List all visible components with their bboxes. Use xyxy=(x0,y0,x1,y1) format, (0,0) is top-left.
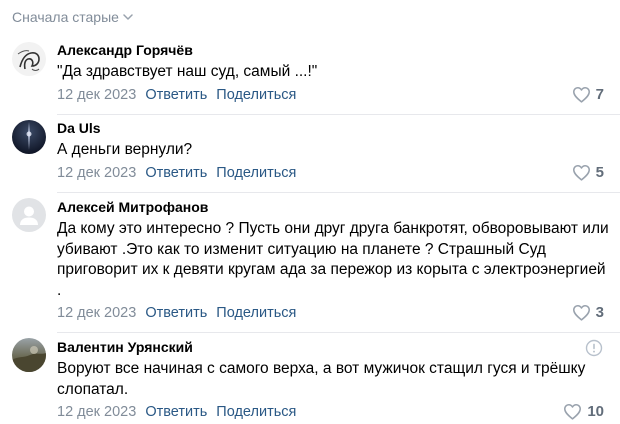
like-count: 10 xyxy=(587,403,604,420)
comment-meta: 12 дек 2023 Ответить Поделиться xyxy=(57,305,296,321)
comment-date[interactable]: 12 дек 2023 xyxy=(57,87,136,103)
comment-date[interactable]: 12 дек 2023 xyxy=(57,305,136,321)
comment-divider xyxy=(57,192,620,193)
share-button[interactable]: Поделиться xyxy=(216,87,296,103)
comment-text: Воруют все начиная с самого верха, а вот… xyxy=(57,360,586,398)
reply-button[interactable]: Ответить xyxy=(145,165,207,181)
reply-button[interactable]: Ответить xyxy=(145,404,207,420)
comment-divider xyxy=(57,114,620,115)
reply-button[interactable]: Ответить xyxy=(145,87,207,103)
comment-author[interactable]: Алексей Митрофанов xyxy=(57,199,208,215)
heart-icon xyxy=(572,86,591,103)
like-count: 3 xyxy=(595,304,604,321)
comment-divider xyxy=(57,332,620,333)
like-count: 5 xyxy=(595,164,604,181)
comment-date[interactable]: 12 дек 2023 xyxy=(57,404,136,420)
comment-text: А деньги вернули? xyxy=(57,141,193,158)
like-button[interactable]: 3 xyxy=(572,304,604,321)
reply-button[interactable]: Ответить xyxy=(145,305,207,321)
like-count: 7 xyxy=(595,86,604,103)
chevron-down-icon xyxy=(123,14,133,20)
comment-text: Да кому это интересно ? Пусть они друг д… xyxy=(57,220,609,299)
heart-icon xyxy=(572,164,591,181)
avatar[interactable] xyxy=(12,42,46,76)
heart-icon xyxy=(572,304,591,321)
comment-author[interactable]: Александр Горячёв xyxy=(57,42,193,58)
like-button[interactable]: 10 xyxy=(563,403,604,420)
comment-text: "Да здравствует наш суд, самый ...!" xyxy=(57,63,318,80)
heart-icon xyxy=(563,403,582,420)
share-button[interactable]: Поделиться xyxy=(216,305,296,321)
sort-dropdown[interactable]: Сначала старые xyxy=(12,9,133,25)
avatar[interactable] xyxy=(12,338,46,372)
like-button[interactable]: 5 xyxy=(572,164,604,181)
comments-page: Сначала старые Александр Горячёв "Да здр… xyxy=(0,0,620,424)
comment-meta: 12 дек 2023 Ответить Поделиться xyxy=(57,165,296,181)
default-avatar-icon[interactable] xyxy=(12,198,46,232)
like-button[interactable]: 7 xyxy=(572,86,604,103)
share-button[interactable]: Поделиться xyxy=(216,404,296,420)
comment-meta: 12 дек 2023 Ответить Поделиться xyxy=(57,404,296,420)
comment-meta: 12 дек 2023 Ответить Поделиться xyxy=(57,87,296,103)
comment-author[interactable]: Da Uls xyxy=(57,120,101,136)
comment-author[interactable]: Валентин Урянский xyxy=(57,339,193,355)
avatar[interactable] xyxy=(12,120,46,154)
comment-date[interactable]: 12 дек 2023 xyxy=(57,165,136,181)
report-icon[interactable] xyxy=(585,339,603,357)
sort-label: Сначала старые xyxy=(12,9,119,25)
share-button[interactable]: Поделиться xyxy=(216,165,296,181)
